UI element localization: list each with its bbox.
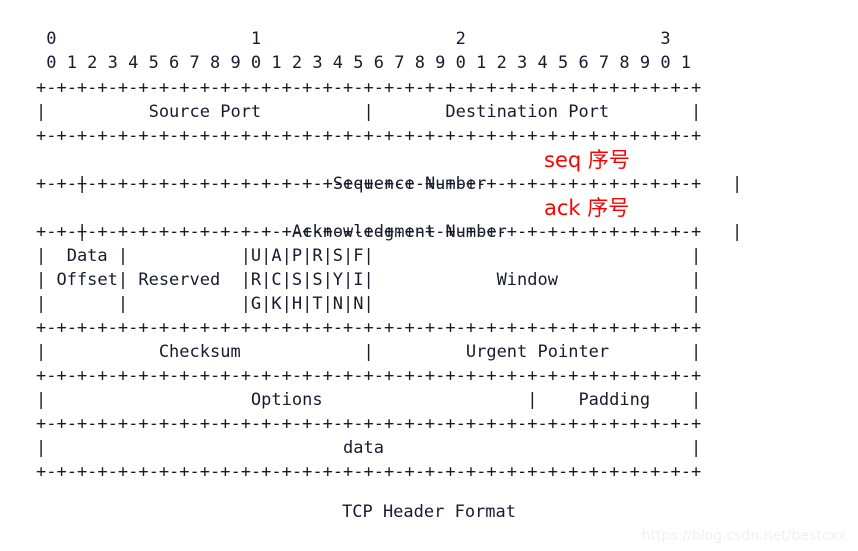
row-sequence-number: | Sequence Number | seq 序号 bbox=[36, 148, 822, 194]
row-flags-line-2: | Offset| Reserved |R|C|S|S|Y|I| Window … bbox=[36, 270, 702, 290]
separator-line-8: +-+-+-+-+-+-+-+-+-+-+-+-+-+-+-+-+-+-+-+-… bbox=[36, 462, 702, 482]
row-sequence-number-text: | Sequence Number | bbox=[76, 174, 743, 194]
diagram-caption: TCP Header Format bbox=[342, 502, 516, 522]
watermark-url: https://blog.csdn.net/bestcxx bbox=[641, 528, 846, 544]
separator-line-6: +-+-+-+-+-+-+-+-+-+-+-+-+-+-+-+-+-+-+-+-… bbox=[36, 366, 702, 386]
row-data: | data | bbox=[36, 438, 702, 458]
tcp-header-diagram: 0 1 2 3 0 1 2 3 4 5 6 7 8 9 0 1 2 3 4 5 … bbox=[36, 28, 822, 484]
bit-ruler-decades: 0 1 2 3 bbox=[36, 29, 671, 49]
row-options-padding: | Options | Padding | bbox=[36, 390, 702, 410]
separator-line-1: +-+-+-+-+-+-+-+-+-+-+-+-+-+-+-+-+-+-+-+-… bbox=[36, 78, 702, 98]
row-flags-line-3: | | |G|K|H|T|N|N| | bbox=[36, 294, 702, 314]
row-acknowledgment-number-text: | Acknowledgment Number | bbox=[76, 222, 743, 242]
row-checksum-urgent-pointer: | Checksum | Urgent Pointer | bbox=[36, 342, 702, 362]
bit-ruler-digits: 0 1 2 3 4 5 6 7 8 9 0 1 2 3 4 5 6 7 8 9 … bbox=[36, 53, 692, 73]
annotation-ack: ack 序号 bbox=[544, 196, 630, 220]
separator-line-5: +-+-+-+-+-+-+-+-+-+-+-+-+-+-+-+-+-+-+-+-… bbox=[36, 318, 702, 338]
separator-line-2: +-+-+-+-+-+-+-+-+-+-+-+-+-+-+-+-+-+-+-+-… bbox=[36, 126, 702, 146]
separator-line-7: +-+-+-+-+-+-+-+-+-+-+-+-+-+-+-+-+-+-+-+-… bbox=[36, 414, 702, 434]
row-acknowledgment-number: | Acknowledgment Number | ack 序号 bbox=[36, 196, 822, 242]
row-flags-line-1: | Data | |U|A|P|R|S|F| | bbox=[36, 246, 702, 266]
annotation-seq: seq 序号 bbox=[544, 148, 630, 172]
row-source-destination-port: | Source Port | Destination Port | bbox=[36, 102, 702, 122]
